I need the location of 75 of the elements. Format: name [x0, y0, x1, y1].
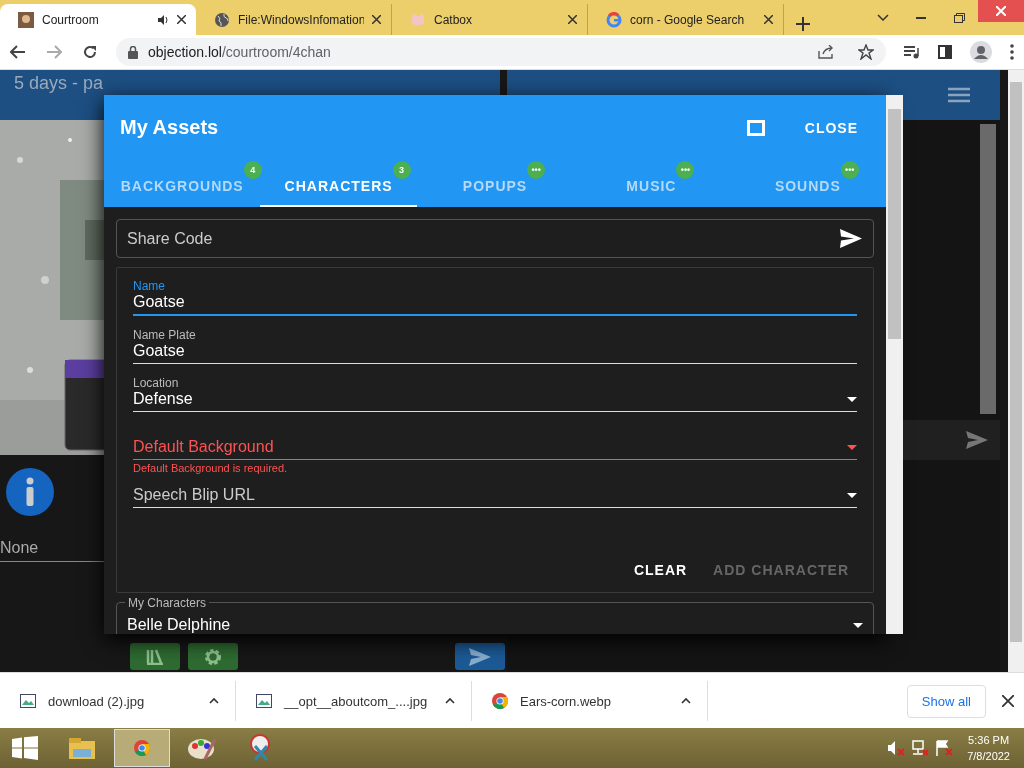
dialog-title: My Assets: [120, 116, 220, 139]
side-panel-icon[interactable]: [938, 45, 952, 59]
star-icon[interactable]: [858, 44, 874, 60]
reload-icon[interactable]: [82, 44, 98, 60]
back-icon[interactable]: [10, 45, 26, 59]
field-label: Name Plate: [133, 328, 197, 342]
browser-tab[interactable]: Courtroom: [0, 4, 196, 35]
download-item[interactable]: __opt__aboutcom_....jpg: [236, 681, 472, 721]
close-icon[interactable]: [372, 15, 381, 24]
caret-up-icon[interactable]: [209, 696, 219, 706]
share-icon[interactable]: [818, 45, 834, 59]
cat-icon: [410, 11, 426, 28]
count-badge: •••: [527, 161, 546, 179]
select-field[interactable]: Location Defense: [133, 364, 857, 412]
settings-button[interactable]: [188, 643, 238, 670]
share-code-field[interactable]: Share Code: [116, 219, 874, 258]
start-icon[interactable]: [12, 736, 38, 760]
dialog-scrollbar[interactable]: [886, 95, 903, 634]
address-bar[interactable]: objection.lol/courtroom/4chan: [116, 38, 886, 66]
library-icon: [146, 648, 164, 665]
send-icon: [469, 647, 491, 666]
chrome-icon: [492, 693, 508, 709]
field-label: Name: [133, 279, 166, 293]
gear-icon: [204, 647, 222, 666]
network-icon[interactable]: [911, 740, 930, 756]
clock-time[interactable]: 5:36 PM: [967, 732, 1010, 748]
clock-date[interactable]: 7/8/2022: [967, 748, 1010, 764]
speaker-icon[interactable]: [157, 13, 169, 26]
google-icon: [606, 11, 622, 28]
person-icon: [18, 11, 34, 28]
close-window-button[interactable]: [978, 0, 1024, 22]
lock-icon[interactable]: [128, 45, 138, 59]
count-badge: •••: [840, 161, 859, 179]
library-button[interactable]: [130, 643, 180, 670]
count-badge: •••: [676, 161, 695, 179]
flag-icon[interactable]: [935, 740, 954, 756]
text-field[interactable]: Name Goatse: [133, 268, 857, 316]
caret-up-icon[interactable]: [681, 696, 691, 706]
muted-speaker-icon[interactable]: [887, 740, 906, 756]
dropdown-arrow-icon: [847, 396, 857, 402]
close-icon[interactable]: [177, 15, 186, 24]
chrome-icon: [134, 740, 150, 756]
clear-button[interactable]: CLEAR: [625, 556, 696, 584]
profile-icon[interactable]: [970, 41, 992, 63]
maximize-icon[interactable]: [953, 12, 965, 23]
dropdown-arrow-icon: [853, 622, 863, 628]
send-icon[interactable]: [840, 229, 862, 248]
courtroom-title: 5 days - pa: [14, 73, 104, 94]
menu-icon[interactable]: [1010, 44, 1014, 60]
info-icon[interactable]: [5, 467, 55, 517]
close-icon[interactable]: [568, 15, 577, 24]
download-item[interactable]: download (2).jpg: [0, 681, 236, 721]
minimize-icon[interactable]: [916, 16, 926, 19]
close-icon[interactable]: [1002, 695, 1014, 707]
dropdown-arrow-icon: [847, 444, 857, 450]
show-all-button[interactable]: Show all: [906, 684, 986, 718]
count-badge: 3: [392, 161, 411, 179]
chevron-down-icon[interactable]: [877, 14, 889, 21]
scrollbar[interactable]: [980, 124, 996, 414]
count-badge: 4: [243, 161, 262, 179]
image-file-icon: [256, 694, 272, 708]
new-tab-icon[interactable]: [796, 17, 810, 31]
send-button[interactable]: [455, 643, 505, 670]
caret-up-icon[interactable]: [445, 696, 455, 706]
error-message: Default Background is required.: [133, 462, 288, 474]
globe-icon: [214, 11, 230, 28]
media-queue-icon[interactable]: [904, 45, 920, 59]
dropdown-arrow-icon: [847, 492, 857, 498]
close-icon[interactable]: [764, 15, 773, 24]
chrome-taskbar-button[interactable]: [114, 729, 170, 767]
image-file-icon: [20, 694, 36, 708]
field-label: Location: [133, 376, 180, 390]
text-field[interactable]: Name Plate Goatse: [133, 316, 857, 364]
download-item[interactable]: Ears-corn.webp: [472, 681, 708, 721]
page-scrollbar[interactable]: [1008, 70, 1024, 672]
